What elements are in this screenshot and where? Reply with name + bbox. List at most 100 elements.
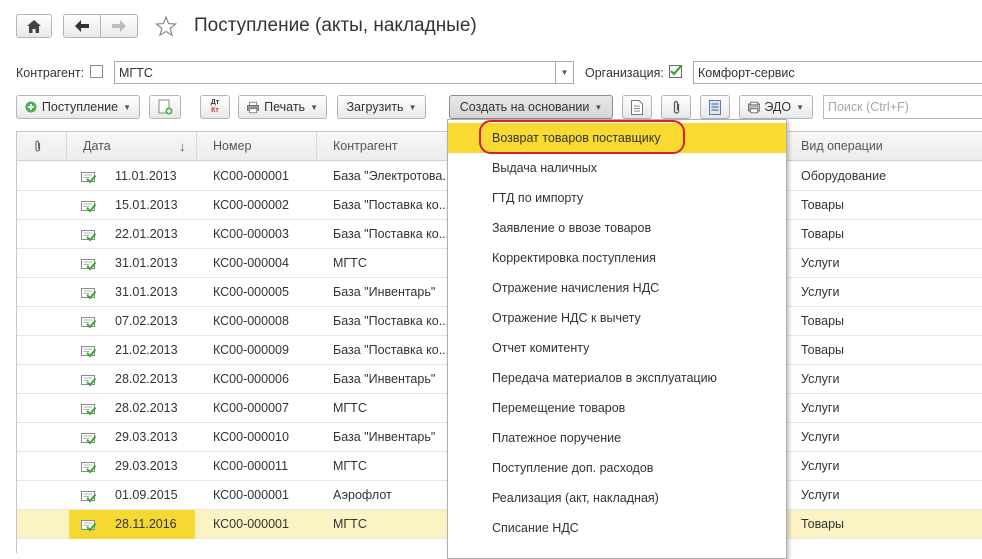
posted-document-icon xyxy=(81,404,96,416)
home-button[interactable] xyxy=(16,14,52,38)
receipt-label: Поступление xyxy=(41,100,119,114)
col-attach[interactable] xyxy=(17,132,67,161)
create-based-label: Создать на основании xyxy=(459,100,590,114)
cell-number: КС00-000001 xyxy=(213,488,289,502)
col-operation[interactable]: Вид операции xyxy=(787,132,982,161)
menu-item[interactable]: Перемещение товаров xyxy=(448,393,786,423)
cell-number: КС00-000001 xyxy=(213,169,289,183)
cell-operation: Услуги xyxy=(801,285,840,299)
menu-item[interactable]: ГТД по импорту xyxy=(448,183,786,213)
home-icon xyxy=(27,19,41,33)
menu-item[interactable]: Отражение начисления НДС xyxy=(448,273,786,303)
org-input[interactable]: Комфорт-сервис xyxy=(693,61,982,84)
cell-date: 21.02.2013 xyxy=(115,343,178,357)
list-icon xyxy=(709,99,721,115)
posted-document-icon xyxy=(81,317,96,329)
cell-operation: Оборудование xyxy=(801,169,887,183)
posted-document-icon xyxy=(81,375,96,387)
cell-operation: Товары xyxy=(801,314,844,328)
menu-item[interactable]: Корректировка поступления xyxy=(448,243,786,273)
cell-contractor: База "Инвентарь" xyxy=(333,372,436,386)
document-icon xyxy=(631,99,643,115)
menu-item[interactable]: Списание НДС xyxy=(448,513,786,543)
load-button[interactable]: Загрузить ▼ xyxy=(337,95,426,119)
cell-number: КС00-000011 xyxy=(213,459,289,473)
cell-operation: Услуги xyxy=(801,488,840,502)
contractor-input[interactable]: МГТС xyxy=(114,61,556,84)
cell-operation: Услуги xyxy=(801,401,840,415)
contractor-dropdown-button[interactable]: ▼ xyxy=(556,61,574,84)
cell-date: 15.01.2013 xyxy=(115,198,178,212)
arrow-left-icon xyxy=(75,20,89,32)
edo-button[interactable]: ЭДО ▼ xyxy=(739,95,813,119)
cell-date: 07.02.2013 xyxy=(115,314,178,328)
cell-operation: Услуги xyxy=(801,256,840,270)
cell-contractor: База "Инвентарь" xyxy=(333,430,436,444)
cell-operation: Услуги xyxy=(801,459,840,473)
highlight-ring xyxy=(479,120,685,154)
cell-date: 31.01.2013 xyxy=(115,256,178,270)
cell-number: КС00-000004 xyxy=(213,256,289,270)
cell-number: КС00-000005 xyxy=(213,285,289,299)
cell-date: 11.01.2013 xyxy=(115,169,177,183)
posted-document-icon xyxy=(81,346,96,358)
cell-date: 01.09.2015 xyxy=(115,488,178,502)
create-based-menu: Возврат товаров поставщику Выдача наличны… xyxy=(447,119,787,559)
print-button[interactable]: Печать ▼ xyxy=(238,95,327,119)
back-button[interactable] xyxy=(63,14,101,38)
contractor-label: Контрагент: xyxy=(16,66,85,80)
cell-operation: Услуги xyxy=(801,430,840,444)
cell-date: 29.03.2013 xyxy=(115,430,178,444)
paperclip-icon xyxy=(35,140,41,152)
arrow-right-icon xyxy=(112,20,126,32)
cell-contractor: База "Инвентарь" xyxy=(333,285,436,299)
posted-document-icon xyxy=(81,491,96,503)
posted-document-icon xyxy=(81,259,96,271)
menu-item[interactable]: Реализация (акт, накладная) xyxy=(448,483,786,513)
posted-document-icon xyxy=(81,433,96,445)
edo-label: ЭДО xyxy=(764,100,792,114)
attach-button[interactable] xyxy=(661,95,691,119)
printer-icon xyxy=(247,101,260,113)
col-number[interactable]: Номер xyxy=(197,132,317,161)
cell-date: 28.02.2013 xyxy=(115,401,178,415)
list-button[interactable] xyxy=(700,95,730,119)
receipt-button[interactable]: Поступление ▼ xyxy=(16,95,140,119)
cell-number: КС00-000001 xyxy=(213,517,289,531)
dtkt-button[interactable]: Дт Кт xyxy=(200,95,230,119)
menu-item[interactable]: Отчет комитенту xyxy=(448,333,786,363)
search-input[interactable]: Поиск (Ctrl+F) xyxy=(823,95,982,119)
add-circle-icon xyxy=(25,101,37,113)
contractor-checkbox[interactable] xyxy=(90,65,103,78)
menu-item[interactable]: Платежное поручение xyxy=(448,423,786,453)
create-based-button[interactable]: Создать на основании ▼ xyxy=(449,95,613,119)
cell-operation: Товары xyxy=(801,343,844,357)
menu-item[interactable]: Поступление доп. расходов xyxy=(448,453,786,483)
cell-contractor: МГТС xyxy=(333,459,367,473)
posted-document-icon xyxy=(81,288,96,300)
cell-operation: Услуги xyxy=(801,372,840,386)
posted-document-icon xyxy=(81,201,96,213)
chevron-down-icon: ▼ xyxy=(796,102,804,112)
cell-date: 28.02.2013 xyxy=(115,372,178,386)
page-title: Поступление (акты, накладные) xyxy=(194,15,477,36)
star-icon[interactable] xyxy=(155,16,177,37)
menu-item[interactable]: Выдача наличных xyxy=(448,153,786,183)
menu-item[interactable]: Передача материалов в эксплуатацию xyxy=(448,363,786,393)
menu-item[interactable]: Заявление о ввозе товаров xyxy=(448,213,786,243)
report-button[interactable] xyxy=(622,95,652,119)
print-label: Печать xyxy=(264,100,306,114)
cell-number: КС00-000010 xyxy=(213,430,289,444)
cell-date: 29.03.2013 xyxy=(115,459,178,473)
cell-contractor: Аэрофлот xyxy=(333,488,392,502)
col-date[interactable]: Дата ↓ xyxy=(67,132,197,161)
chevron-down-icon: ▼ xyxy=(408,102,417,112)
cell-contractor: МГТС xyxy=(333,256,367,270)
copy-add-icon xyxy=(158,99,172,115)
cell-contractor: База "Поставка ко... xyxy=(333,198,450,212)
forward-button[interactable] xyxy=(100,14,138,38)
add-copy-button[interactable] xyxy=(149,95,181,119)
cell-number: КС00-000006 xyxy=(213,372,289,386)
menu-item[interactable]: Отражение НДС к вычету xyxy=(448,303,786,333)
org-checkbox[interactable] xyxy=(669,65,682,78)
